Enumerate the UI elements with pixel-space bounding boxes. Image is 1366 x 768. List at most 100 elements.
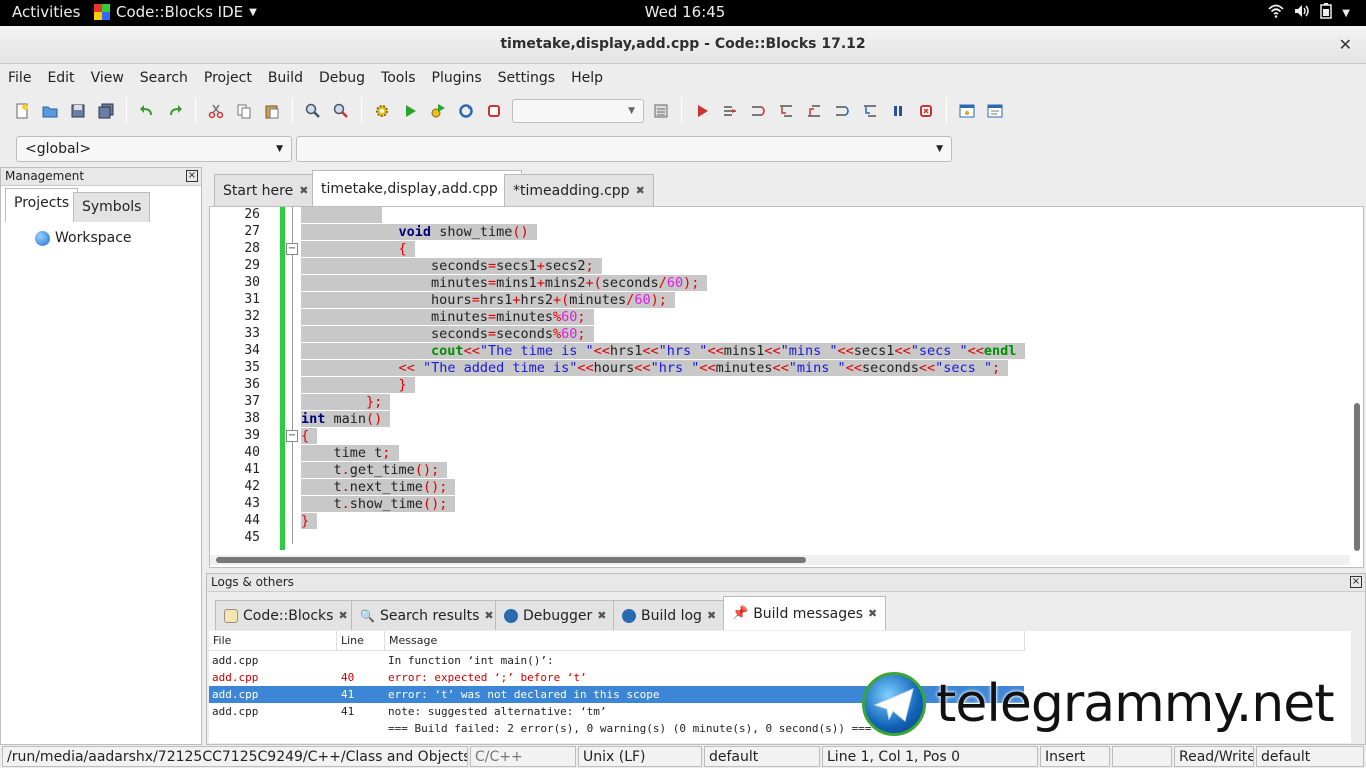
debug-start-icon[interactable] [691,100,713,122]
row-line: 41 [341,688,355,701]
code-line: time t; [301,445,399,462]
vertical-scrollbar[interactable] [1353,207,1361,553]
codeblocks-app-icon [94,4,110,20]
menu-help[interactable]: Help [571,70,603,86]
horizontal-scrollbar[interactable] [210,555,1350,565]
abort-icon[interactable] [483,100,505,122]
scrollbar-thumb[interactable] [216,557,806,563]
redo-icon[interactable] [164,100,186,122]
tab-symbols[interactable]: Symbols [73,192,151,222]
run-to-cursor-icon[interactable] [719,100,741,122]
tab-projects[interactable]: Projects [5,188,79,222]
paste-icon[interactable] [261,100,283,122]
menu-view[interactable]: View [91,70,124,86]
system-tray[interactable]: ▼ [1268,3,1350,23]
close-tab-icon[interactable]: ✖ [484,609,493,622]
pause-icon[interactable] [887,100,909,122]
menu-bar: File Edit View Search Project Build Debu… [0,64,1366,92]
menu-file[interactable]: File [8,70,31,86]
column-header-line[interactable]: Line [337,631,385,651]
debug-windows-icon[interactable] [956,100,978,122]
code-area[interactable]: void show_time() { seconds=secs1+secs2; … [301,207,1361,553]
chevron-down-icon: ▼ [936,144,943,154]
close-window-button[interactable]: ✕ [1339,35,1352,54]
step-into-icon[interactable] [775,100,797,122]
wifi-icon [1268,4,1284,22]
scope-select[interactable]: <global> ▼ [16,136,292,162]
new-file-icon[interactable] [11,100,33,122]
clock[interactable]: Wed 16:45 [640,3,730,21]
tab-build-log[interactable]: Build log ✖ [613,600,726,630]
run-icon[interactable] [399,100,421,122]
function-select[interactable]: ▼ [296,136,952,162]
tab-debugger[interactable]: Debugger ✖ [495,600,616,630]
paper-plane-logo-icon [862,672,926,736]
menu-build[interactable]: Build [268,70,303,86]
toolbar-separator [195,98,196,124]
close-tab-icon[interactable]: ✖ [868,607,877,620]
table-row[interactable]: add.cpp In function ‘int main()’: [209,652,1024,669]
close-panel-icon[interactable]: × [1350,576,1362,588]
code-editor[interactable]: 26 27 28 29 30 31 32 33 34 35 36 37 38 39 40 41 42 43 44 45… [209,206,1364,568]
tab-start-here[interactable]: Start here ✖ [214,174,318,206]
close-tab-icon[interactable]: ✖ [636,184,645,197]
row-message: note: suggested alternative: ‘tm’ [388,705,607,718]
tab-timetake-display-add[interactable]: timetake,display,add.cpp ✖ [312,170,523,206]
toolbar-separator [681,98,682,124]
menu-tools[interactable]: Tools [381,70,416,86]
chevron-down-icon: ▼ [1342,7,1350,19]
close-tab-icon[interactable]: ✖ [338,609,347,622]
debug-info-icon[interactable] [984,100,1006,122]
build-and-run-icon[interactable] [427,100,449,122]
line-number-gutter: 26 27 28 29 30 31 32 33 34 35 36 37 38 39 40 41 42 43 44 45 [210,207,280,553]
open-file-icon[interactable] [39,100,61,122]
notepad-icon [224,608,238,623]
replace-icon[interactable] [330,100,352,122]
copy-icon[interactable] [233,100,255,122]
scrollbar-thumb[interactable] [1354,403,1360,551]
undo-icon[interactable] [136,100,158,122]
code-line: } [301,377,415,394]
tab-search-results[interactable]: 🔍 Search results ✖ [351,600,503,630]
menu-project[interactable]: Project [204,70,252,86]
close-tab-icon[interactable]: ✖ [299,184,308,197]
close-tab-icon[interactable]: ✖ [597,609,606,622]
next-line-icon[interactable] [747,100,769,122]
fold-toggle-icon[interactable]: − [286,243,298,255]
menu-plugins[interactable]: Plugins [432,70,482,86]
app-menu[interactable]: Code::Blocks IDE ▼ [94,3,257,21]
line-number: 26 [244,207,260,222]
close-panel-icon[interactable]: × [186,170,198,182]
cut-icon[interactable] [205,100,227,122]
fold-toggle-icon[interactable]: − [286,430,298,442]
tab-timeadding[interactable]: *timeadding.cpp ✖ [504,174,654,206]
code-line: } [301,513,318,530]
code-line [301,207,383,224]
column-header-file[interactable]: File [209,631,337,651]
chevron-down-icon: ▼ [276,144,283,154]
menu-search[interactable]: Search [140,70,188,86]
menu-settings[interactable]: Settings [498,70,555,86]
step-into-instruction-icon[interactable] [859,100,881,122]
menu-debug[interactable]: Debug [319,70,365,86]
close-tab-icon[interactable]: ✖ [707,609,716,622]
build-target-select[interactable]: ▼ [512,99,644,123]
column-header-message[interactable]: Message [385,631,1025,651]
save-icon[interactable] [67,100,89,122]
build-gear-icon[interactable] [371,100,393,122]
step-out-icon[interactable] [803,100,825,122]
next-instruction-icon[interactable] [831,100,853,122]
workspace-tree-item[interactable]: Workspace [35,230,132,246]
tab-build-messages[interactable]: 📌 Build messages ✖ [723,596,887,630]
row-file: add.cpp [212,688,259,701]
menu-edit[interactable]: Edit [47,70,74,86]
save-all-icon[interactable] [95,100,117,122]
activities-button[interactable]: Activities [12,3,80,21]
stop-debugger-icon[interactable] [915,100,937,122]
tab-codeblocks-log[interactable]: Code::Blocks ✖ [215,600,357,630]
build-options-icon[interactable] [650,100,672,122]
find-icon[interactable] [302,100,324,122]
status-file-path: /run/media/aadarshx/72125CC7125C9249/C++… [2,746,468,767]
rebuild-icon[interactable] [455,100,477,122]
toolbar-separator [126,98,127,124]
